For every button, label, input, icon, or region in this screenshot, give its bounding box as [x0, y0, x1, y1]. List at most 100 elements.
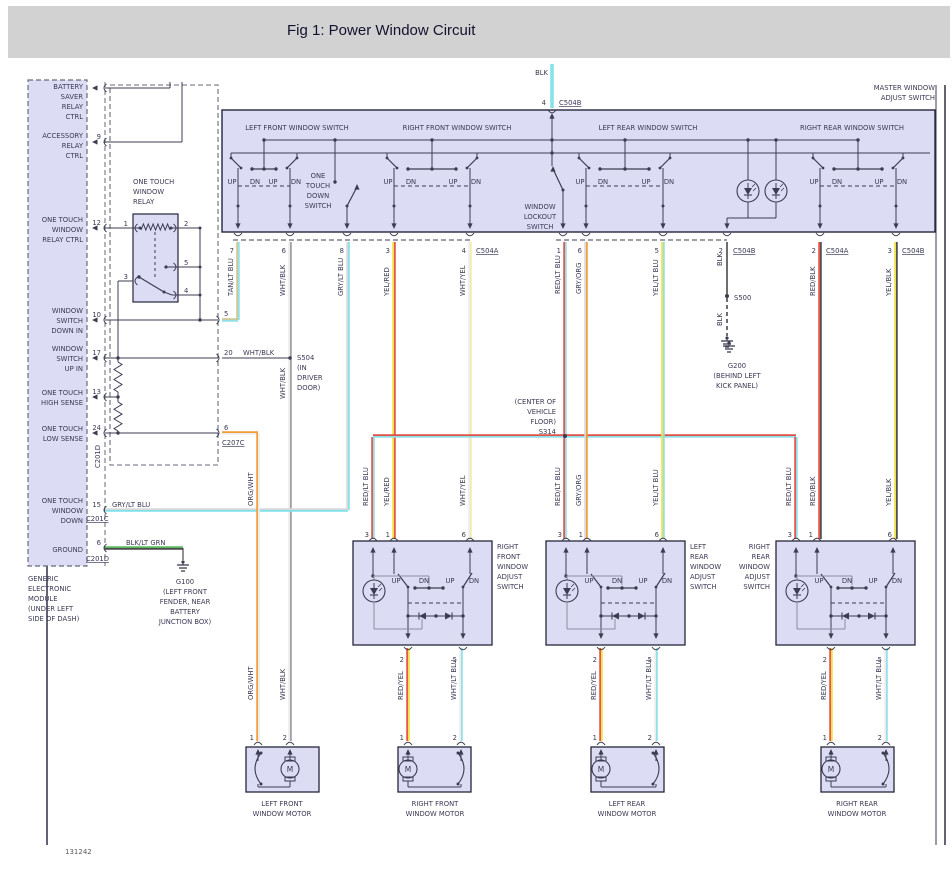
diagram-label: S314: [539, 428, 556, 436]
wire-yel-red: [393, 242, 395, 539]
diagram-label: WINDOW: [52, 345, 83, 353]
connector-label: C504A: [476, 247, 499, 255]
pin-number: 9: [97, 133, 101, 141]
diagram-label: SWITCH: [743, 583, 770, 591]
diagram-label: 2: [812, 247, 816, 255]
diagram-label: 2: [400, 656, 404, 664]
figure-number: 131242: [65, 848, 92, 856]
diagram-label: SWITCH: [305, 202, 332, 210]
switch-name: RIGHT REAR WINDOW SWITCH: [800, 124, 904, 132]
diagram-label: WINDOW MOTOR: [406, 810, 465, 818]
wire-label: TAN/LT BLU: [227, 258, 235, 297]
power-window-circuit-diagram: BATTERYSAVERRELAYCTRLACCESSORYRELAYCTRLO…: [0, 0, 952, 872]
diagram-label: DOWN: [307, 192, 329, 200]
diagram-label: UP: [268, 178, 277, 186]
diagram-label: DOOR): [297, 384, 321, 392]
diagram-label: WINDOW: [133, 188, 164, 196]
diagram-label: (IN: [297, 364, 307, 372]
connector-label: C504A: [826, 247, 849, 255]
diagram-label: WINDOW: [52, 507, 83, 515]
wire-label: RED/LT BLU: [362, 467, 370, 506]
diagram-label: SIDE OF DASH): [28, 615, 80, 623]
wire-label: WHT/BLK: [279, 264, 287, 296]
connector-label: C201D: [94, 445, 102, 468]
diagram-label: MODULE: [28, 595, 58, 603]
wire-label: GRY/LT BLU: [112, 501, 150, 509]
diagram-label: DN: [892, 577, 902, 585]
diagram-label: 20: [224, 349, 233, 357]
diagram-label: UP IN: [65, 365, 83, 373]
wire-blk-lt-grn: [105, 547, 183, 549]
diagram-label: FENDER, NEAR: [160, 598, 211, 606]
diagram-label: WINDOW: [690, 563, 721, 571]
diagram-label: KICK PANEL): [716, 382, 758, 390]
wire-label: GRY/ORG: [575, 475, 583, 506]
diagram-label: RELAY: [62, 103, 84, 111]
diagram-label: 1: [809, 531, 813, 539]
diagram-label: DN: [291, 178, 301, 186]
wire-red-yel-lr: [600, 648, 602, 741]
wire-label: WHT/YEL: [459, 265, 467, 296]
diagram-label: 3: [788, 531, 792, 539]
diagram-label: 6: [655, 531, 659, 539]
wire-red-blk: [819, 242, 821, 539]
ground-label: G100: [176, 578, 194, 586]
motor-symbol: M: [405, 765, 411, 774]
diagram-label: ONE TOUCH: [42, 497, 83, 505]
diagram-label: DOWN IN: [51, 327, 83, 335]
diagram-label: LOCKOUT: [524, 213, 557, 221]
diagram-label: 15: [92, 501, 101, 509]
wire-label: YEL/BLK: [885, 478, 893, 507]
diagram-label: DN: [471, 178, 481, 186]
diagram-label: ADJUST: [497, 573, 523, 581]
diagram-label: SWITCH: [527, 223, 554, 231]
diagram-label: CTRL: [66, 152, 84, 160]
wire-label: RED/LT BLU: [785, 467, 793, 506]
diagram-label: UP: [383, 178, 392, 186]
diagram-label: 1: [593, 734, 597, 742]
diagram-label: 2: [184, 220, 188, 228]
diagram-label: RELAY CTRL: [42, 236, 83, 244]
diagram-label: 1: [386, 531, 390, 539]
diagram-label: FLOOR): [530, 418, 556, 426]
diagram-label: 4: [542, 99, 546, 107]
diagram-label: 5: [655, 247, 659, 255]
diagram-label: DN: [662, 577, 672, 585]
diagram-label: DN: [419, 577, 429, 585]
diagram-label: 3: [124, 273, 128, 281]
diagram-label: ACCESSORY: [42, 132, 84, 140]
diagram-label: CTRL: [66, 113, 84, 121]
diagram-label: 3: [365, 531, 369, 539]
diagram-label: SWITCH: [56, 317, 83, 325]
wire-label: GRY/ORG: [575, 263, 583, 294]
diagram-label: DRIVER: [297, 374, 323, 382]
splice-label: (CENTER OF: [515, 398, 556, 406]
diagram-label: 6: [282, 247, 286, 255]
wire-label: WHT/BLK: [279, 367, 287, 399]
diagram-label: SWITCH: [690, 583, 717, 591]
wire-label: BLK: [535, 69, 548, 77]
diagram-label: FRONT: [497, 553, 521, 561]
diagram-label: UP: [391, 577, 400, 585]
diagram-label: REAR: [690, 553, 709, 561]
splice-label: S500: [734, 294, 751, 302]
diagram-label: 5: [184, 259, 188, 267]
diagram-label: DN: [250, 178, 260, 186]
diagram-label: 2: [283, 734, 287, 742]
diagram-label: DN: [897, 178, 907, 186]
wire-label: YEL/LT BLU: [652, 469, 660, 507]
wire-blk-c504b: [551, 64, 553, 108]
motor-symbol: M: [287, 765, 293, 774]
wire-label: RED/BLK: [809, 266, 817, 296]
switch-name: RIGHT: [497, 543, 519, 551]
diagram-label: GROUND: [52, 546, 83, 554]
diagram-label: UP: [638, 577, 647, 585]
wire-gry-org: [585, 242, 587, 539]
diagram-label: REAR: [752, 553, 771, 561]
diagram-label: SAVER: [61, 93, 84, 101]
wire-label: RED/LT BLU: [554, 467, 562, 506]
diagram-label: (UNDER LEFT: [28, 605, 74, 613]
wire-label: YEL/RED: [383, 267, 391, 297]
wire-red-yel-rf: [407, 648, 409, 741]
diagram-label: DN: [406, 178, 416, 186]
